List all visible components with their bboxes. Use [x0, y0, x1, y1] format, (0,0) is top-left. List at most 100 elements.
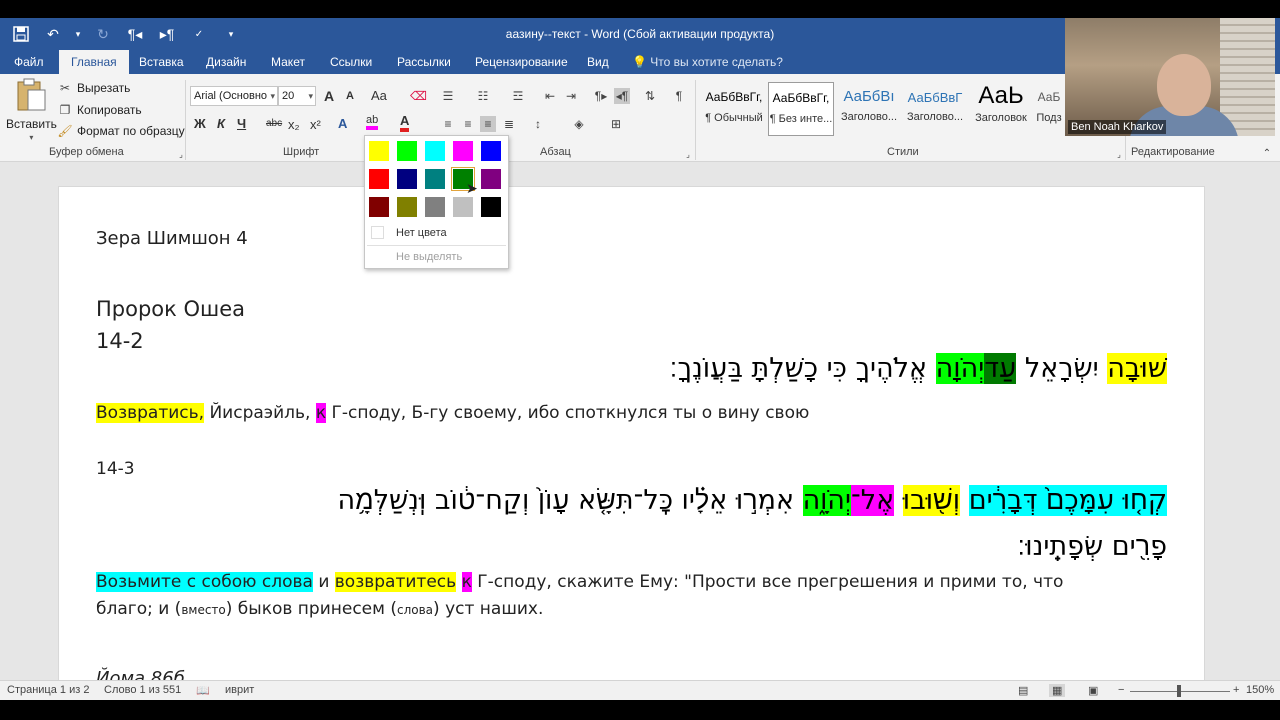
stop-highlighting-option[interactable]: Не выделять: [396, 251, 462, 263]
highlight-swatch[interactable]: [452, 140, 474, 162]
borders-icon[interactable]: ⊞: [608, 116, 624, 132]
tab-design[interactable]: Дизайн: [206, 50, 246, 74]
align-center-icon[interactable]: ≡: [460, 116, 476, 132]
style-heading-2[interactable]: АаБбВвГ Заголово...: [902, 82, 968, 136]
highlight-swatch[interactable]: [452, 196, 474, 218]
clear-formatting-icon[interactable]: ⌫: [410, 88, 427, 104]
style-subtitle[interactable]: АаБ Подз: [1034, 82, 1064, 136]
spelling-icon[interactable]: ✓: [188, 23, 210, 45]
clipboard-group-label: Буфер обмена: [49, 146, 124, 158]
zoom-slider-thumb[interactable]: [1177, 685, 1181, 697]
justify-icon[interactable]: ≣: [501, 116, 517, 132]
shrink-font-button[interactable]: A: [346, 90, 354, 102]
collapse-ribbon-icon[interactable]: ⌃: [1259, 146, 1275, 162]
undo-icon[interactable]: ↶: [42, 23, 64, 45]
tab-file[interactable]: Файл: [14, 50, 44, 74]
web-layout-icon[interactable]: ▣: [1088, 684, 1098, 697]
divider: [367, 245, 506, 246]
zoom-level[interactable]: 150%: [1246, 684, 1274, 696]
language-indicator[interactable]: иврит: [225, 684, 254, 696]
subscript-button[interactable]: x₂: [288, 117, 300, 132]
cut-button[interactable]: ✂ Вырезать: [57, 80, 130, 96]
tell-me-box[interactable]: 💡 Что вы хотите сделать?: [632, 50, 783, 74]
highlight-swatch[interactable]: [424, 168, 446, 190]
save-icon[interactable]: [10, 23, 32, 45]
show-marks-icon[interactable]: ¶: [671, 88, 687, 104]
document-page[interactable]: Зера Шимшон 4 Пророк Ошеа 14-2 שׁוּבָה י…: [58, 186, 1205, 706]
word-counter[interactable]: Слово 1 из 551: [104, 684, 181, 696]
highlight-swatch[interactable]: [424, 140, 446, 162]
highlight-swatch[interactable]: [480, 140, 502, 162]
format-painter-button[interactable]: 🖌 Формат по образцу: [57, 123, 184, 139]
style-no-spacing[interactable]: АаБбВвГг, ¶ Без инте...: [768, 82, 834, 136]
font-name-combo[interactable]: Arial (Основно ▾: [190, 86, 278, 106]
underline-button[interactable]: Ч: [237, 116, 246, 131]
paste-dropdown-icon[interactable]: ▾: [29, 133, 33, 142]
highlight-swatch[interactable]: [396, 168, 418, 190]
style-normal[interactable]: АаБбВвГг, ¶ Обычный: [701, 82, 767, 136]
highlight-swatch[interactable]: [396, 196, 418, 218]
tab-review[interactable]: Рецензирование: [475, 50, 568, 74]
highlight-swatch[interactable]: [480, 196, 502, 218]
text-run-small: слова: [397, 603, 434, 617]
undo-dropdown-icon[interactable]: ▾: [74, 23, 82, 45]
text-effects-button[interactable]: A: [338, 116, 347, 131]
style-heading-1[interactable]: АаБбВı Заголово...: [836, 82, 902, 136]
hebrew-word: יְהֹוָה: [935, 353, 985, 384]
strikethrough-button[interactable]: abc: [266, 118, 282, 129]
tab-insert[interactable]: Вставка: [139, 50, 184, 74]
highlight-swatch[interactable]: [368, 196, 390, 218]
change-case-button[interactable]: Aa: [371, 88, 387, 103]
highlight-swatch[interactable]: [368, 140, 390, 162]
paste-button[interactable]: Вставить ▾: [6, 78, 57, 142]
shading-icon[interactable]: ◈: [571, 116, 587, 132]
highlight-swatch[interactable]: [480, 168, 502, 190]
page-counter[interactable]: Страница 1 из 2: [7, 684, 89, 696]
highlight-color-button[interactable]: ab: [366, 114, 379, 130]
rtl-icon[interactable]: ◂¶: [614, 88, 630, 104]
chevron-down-icon: ▾: [308, 91, 313, 101]
text-run: ) быков принесем (: [225, 599, 397, 619]
dialog-launcher-icon[interactable]: ⌟: [173, 147, 189, 163]
tab-home[interactable]: Главная: [59, 50, 129, 74]
tab-view[interactable]: Вид: [587, 50, 609, 74]
redo-icon[interactable]: ↻: [92, 23, 114, 45]
rtl-paragraph-icon[interactable]: ¶◂: [124, 23, 146, 45]
no-color-option[interactable]: Нет цвета: [396, 227, 447, 239]
zoom-in-icon[interactable]: +: [1233, 684, 1239, 696]
numbering-icon[interactable]: ☷: [475, 88, 491, 104]
ltr-icon[interactable]: ¶▸: [593, 88, 609, 104]
highlight-swatch[interactable]: [368, 168, 390, 190]
dialog-launcher-icon[interactable]: ⌟: [680, 147, 696, 163]
align-right-icon[interactable]: ≡: [480, 116, 496, 132]
read-mode-icon[interactable]: ▤: [1018, 684, 1028, 697]
copy-button[interactable]: ❐ Копировать: [57, 102, 142, 118]
multilevel-list-icon[interactable]: ☲: [510, 88, 526, 104]
zoom-out-icon[interactable]: −: [1118, 684, 1124, 696]
customize-toolbar-icon[interactable]: ▾: [220, 23, 242, 45]
bullets-icon[interactable]: ☰: [440, 88, 456, 104]
highlighted-text: возвратитесь: [334, 572, 457, 592]
style-title[interactable]: АаЬ Заголовок: [968, 82, 1034, 136]
font-size-value: 20: [282, 90, 295, 102]
tab-mailings[interactable]: Рассылки: [397, 50, 451, 74]
font-size-combo[interactable]: 20 ▾: [278, 86, 316, 106]
print-layout-icon[interactable]: ▦: [1049, 684, 1066, 697]
superscript-button[interactable]: x²: [310, 117, 321, 132]
italic-button[interactable]: К: [217, 116, 225, 131]
sort-icon[interactable]: ⇅: [642, 88, 658, 104]
highlight-swatch[interactable]: [396, 140, 418, 162]
decrease-indent-icon[interactable]: ⇤: [542, 88, 558, 104]
tab-layout[interactable]: Макет: [271, 50, 305, 74]
bold-button[interactable]: Ж: [194, 116, 206, 131]
font-color-button[interactable]: A: [400, 114, 410, 132]
line-spacing-icon[interactable]: ↕: [530, 116, 546, 132]
highlight-swatch[interactable]: [424, 196, 446, 218]
ltr-paragraph-icon[interactable]: ▸¶: [156, 23, 178, 45]
tab-references[interactable]: Ссылки: [330, 50, 372, 74]
increase-indent-icon[interactable]: ⇥: [563, 88, 579, 104]
copy-label: Копировать: [77, 103, 142, 117]
proofing-icon[interactable]: 📖: [196, 684, 210, 697]
grow-font-button[interactable]: A: [324, 88, 334, 104]
align-left-icon[interactable]: ≡: [440, 116, 456, 132]
